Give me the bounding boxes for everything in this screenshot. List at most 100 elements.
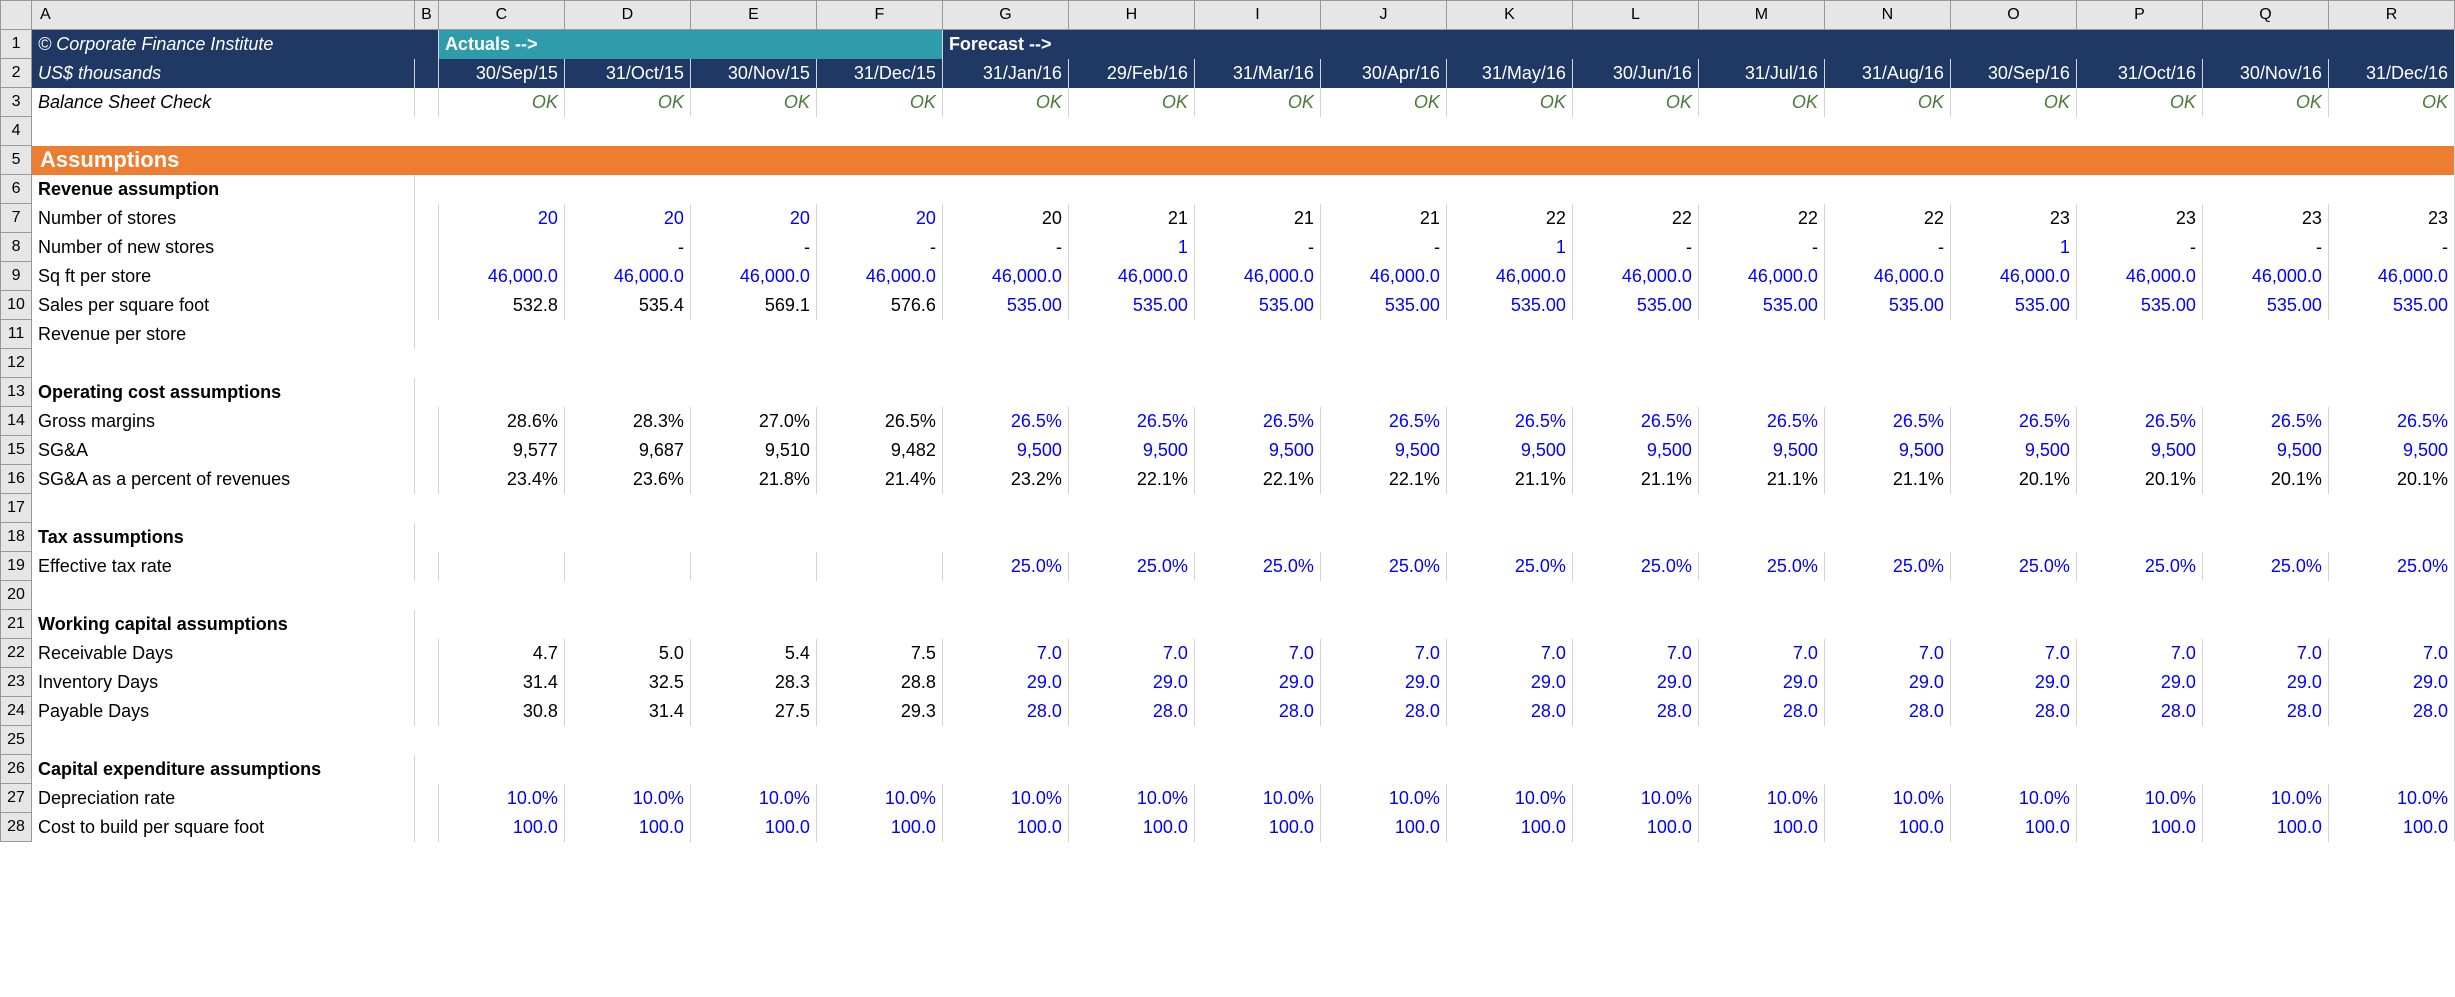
cell-date[interactable]: 31/Oct/16 [2076, 59, 2202, 88]
cell-value[interactable]: 29.0 [2202, 668, 2328, 697]
row-header-13[interactable]: 13 [1, 378, 32, 407]
cell-value[interactable]: 26.5% [1950, 407, 2076, 436]
cell-value[interactable]: 29.0 [942, 668, 1068, 697]
cell-value[interactable]: 9,510 [690, 436, 816, 465]
row-header-9[interactable]: 9 [1, 262, 32, 291]
cell-value[interactable]: 28.0 [1068, 697, 1194, 726]
cell-label[interactable]: Gross margins [32, 407, 415, 436]
cell-value[interactable]: 46,000.0 [1950, 262, 2076, 291]
cell-value[interactable]: 27.0% [690, 407, 816, 436]
col-header-P[interactable]: P [2076, 1, 2202, 30]
cell-date[interactable]: 30/Jun/16 [1572, 59, 1698, 88]
cell-value[interactable]: 28.0 [2202, 697, 2328, 726]
cell-value[interactable]: 569.1 [690, 291, 816, 320]
cell[interactable] [415, 407, 439, 436]
cell-ok[interactable]: OK [1572, 88, 1698, 117]
row-1[interactable]: 1 © Corporate Finance Institute Actuals … [1, 30, 2455, 59]
cell-value[interactable]: 10.0% [2328, 784, 2454, 813]
cell-value[interactable]: 30.8 [438, 697, 564, 726]
col-header-J[interactable]: J [1320, 1, 1446, 30]
cell-value[interactable]: 10.0% [1320, 784, 1446, 813]
cell-value[interactable]: 25.0% [1824, 552, 1950, 581]
cell-value[interactable]: 26.5% [816, 407, 942, 436]
cell-value[interactable]: 46,000.0 [2202, 262, 2328, 291]
cell-label[interactable]: Number of new stores [32, 233, 415, 262]
cell-date[interactable]: 30/Sep/16 [1950, 59, 2076, 88]
cell-value[interactable]: 10.0% [2202, 784, 2328, 813]
cell[interactable] [32, 349, 2455, 378]
cell-value[interactable]: 21 [1194, 204, 1320, 233]
cell-value[interactable]: 29.0 [1950, 668, 2076, 697]
cell-value[interactable]: 100.0 [942, 813, 1068, 842]
cell-value[interactable]: 1 [1446, 233, 1572, 262]
row-header-10[interactable]: 10 [1, 291, 32, 320]
cell-value[interactable]: 535.00 [1194, 291, 1320, 320]
cell-value[interactable]: 7.0 [2076, 639, 2202, 668]
row-header-12[interactable]: 12 [1, 349, 32, 378]
cell[interactable] [415, 436, 439, 465]
cell-value[interactable]: 26.5% [2076, 407, 2202, 436]
row-26[interactable]: 26 Capital expenditure assumptions [1, 755, 2455, 784]
cell-value[interactable]: 23 [2076, 204, 2202, 233]
row-10[interactable]: 10 Sales per square foot 532.8 535.4 569… [1, 291, 2455, 320]
cell-value[interactable]: 535.00 [942, 291, 1068, 320]
cell-value[interactable]: 25.0% [1572, 552, 1698, 581]
cell-value[interactable]: 100.0 [2202, 813, 2328, 842]
col-header-M[interactable]: M [1698, 1, 1824, 30]
cell-value[interactable]: 9,500 [942, 436, 1068, 465]
cell-value[interactable]: 532.8 [438, 291, 564, 320]
cell-ok[interactable]: OK [1446, 88, 1572, 117]
cell-value[interactable]: 26.5% [942, 407, 1068, 436]
cell-value[interactable]: 7.0 [1446, 639, 1572, 668]
cell-actuals-label[interactable]: Actuals --> [438, 30, 942, 59]
row-header-5[interactable]: 5 [1, 146, 32, 175]
cell[interactable] [415, 610, 2455, 639]
row-11[interactable]: 11 Revenue per store [1, 320, 2455, 349]
cell-value[interactable]: 100.0 [1698, 813, 1824, 842]
cell-value[interactable]: 535.00 [1824, 291, 1950, 320]
cell-value[interactable]: 7.0 [1824, 639, 1950, 668]
cell-value[interactable]: 9,500 [1950, 436, 2076, 465]
cell-value[interactable]: 7.0 [1320, 639, 1446, 668]
cell-value[interactable]: 46,000.0 [1320, 262, 1446, 291]
row-header-21[interactable]: 21 [1, 610, 32, 639]
col-header-K[interactable]: K [1446, 1, 1572, 30]
row-16[interactable]: 16 SG&A as a percent of revenues 23.4% 2… [1, 465, 2455, 494]
row-2[interactable]: 2 US$ thousands 30/Sep/15 31/Oct/15 30/N… [1, 59, 2455, 88]
cell-value[interactable]: 20 [564, 204, 690, 233]
cell-value[interactable]: 46,000.0 [1824, 262, 1950, 291]
cell-value[interactable]: 9,687 [564, 436, 690, 465]
cell-date[interactable]: 30/Nov/16 [2202, 59, 2328, 88]
cell[interactable] [415, 88, 439, 117]
row-header-26[interactable]: 26 [1, 755, 32, 784]
cell-value[interactable]: 10.0% [1446, 784, 1572, 813]
row-27[interactable]: 27 Depreciation rate 10.0% 10.0% 10.0% 1… [1, 784, 2455, 813]
cell-value[interactable]: 1 [1068, 233, 1194, 262]
spreadsheet-grid[interactable]: A B C D E F G H I J K L M N O P Q R 1 © … [0, 0, 2455, 842]
cell-forecast-label[interactable]: Forecast --> [942, 30, 2454, 59]
cell-value[interactable]: - [1698, 233, 1824, 262]
cell-value[interactable]: 46,000.0 [1068, 262, 1194, 291]
cell-ok[interactable]: OK [1698, 88, 1824, 117]
cell-value[interactable]: 26.5% [1068, 407, 1194, 436]
row-header-6[interactable]: 6 [1, 175, 32, 204]
cell-value[interactable]: 7.0 [1698, 639, 1824, 668]
cell-ok[interactable]: OK [1194, 88, 1320, 117]
col-header-C[interactable]: C [438, 1, 564, 30]
col-header-A[interactable]: A [32, 1, 415, 30]
cell-date[interactable]: 31/Aug/16 [1824, 59, 1950, 88]
cell-label[interactable]: Tax assumptions [32, 523, 415, 552]
cell-value[interactable]: 28.0 [1446, 697, 1572, 726]
cell-date[interactable]: 31/Oct/15 [564, 59, 690, 88]
cell-value[interactable]: 100.0 [1194, 813, 1320, 842]
cell-date[interactable]: 31/Dec/15 [816, 59, 942, 88]
cell-value[interactable]: 26.5% [1824, 407, 1950, 436]
cell[interactable] [415, 320, 2455, 349]
cell-value[interactable]: 100.0 [2328, 813, 2454, 842]
row-header-23[interactable]: 23 [1, 668, 32, 697]
cell[interactable] [32, 726, 2455, 755]
cell-value[interactable]: 21.1% [1572, 465, 1698, 494]
row-header-8[interactable]: 8 [1, 233, 32, 262]
cell-label[interactable]: Inventory Days [32, 668, 415, 697]
cell[interactable] [415, 233, 439, 262]
